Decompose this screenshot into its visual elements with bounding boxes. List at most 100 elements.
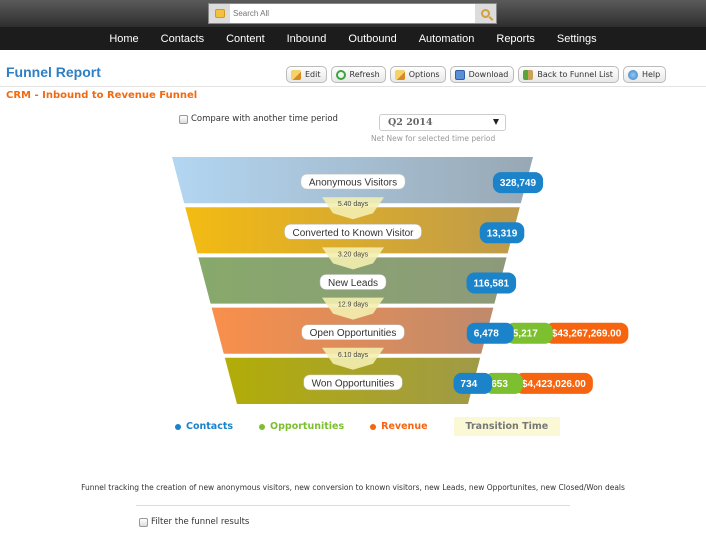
help-button[interactable]: Help xyxy=(622,66,667,83)
contacts-count-badge: 734 xyxy=(461,379,478,390)
exit-door-icon xyxy=(523,69,534,80)
funnel-stage-band xyxy=(172,157,533,204)
transition-arrow xyxy=(322,247,384,270)
revenue-badge: $4,423,026.00 xyxy=(522,379,586,390)
filter-label: Filter the funnel results xyxy=(151,517,250,527)
stage-label: Converted to Known Visitor xyxy=(293,228,415,239)
refresh-icon xyxy=(335,69,346,80)
contacts-count-badge-bg xyxy=(479,222,525,244)
transition-time-label: 6.10 days xyxy=(338,352,369,359)
nav-outbound[interactable]: Outbound xyxy=(348,33,396,45)
stage-label: Open Opportunities xyxy=(310,328,397,339)
search-icon xyxy=(481,9,490,18)
transition-arrow xyxy=(322,347,384,370)
stage-label-pill xyxy=(303,374,403,391)
funnel-description: Funnel tracking the creation of new anon… xyxy=(81,483,625,492)
header-divider xyxy=(0,86,706,87)
stage-label-pill xyxy=(300,173,406,190)
revenue-badge: $43,267,269.00 xyxy=(552,329,622,340)
funnel-stage-band xyxy=(198,257,507,304)
nav-content[interactable]: Content xyxy=(226,33,265,45)
filter-option: Filter the funnel results xyxy=(139,517,249,527)
refresh-button[interactable]: Refresh xyxy=(330,66,386,83)
opportunities-count-badge-bg xyxy=(505,322,553,344)
refresh-label: Refresh xyxy=(349,70,380,79)
legend-contacts-label: Contacts xyxy=(186,421,234,432)
stage-label: Won Opportunities xyxy=(312,378,395,389)
opportunities-count-badge-bg xyxy=(484,372,523,394)
contacts-dot-icon xyxy=(175,423,181,430)
nav-reports[interactable]: Reports xyxy=(496,33,535,45)
back-to-funnel-list-button[interactable]: Back to Funnel List xyxy=(518,66,619,83)
funnel-stage-band xyxy=(224,357,481,404)
options-button[interactable]: Options xyxy=(389,66,446,83)
transition-time-label: 3.20 days xyxy=(338,251,369,258)
period-selected-value: Q2 2014 xyxy=(388,117,433,128)
download-button[interactable]: Download xyxy=(449,66,515,83)
period-select[interactable]: Q2 2014 xyxy=(379,114,506,131)
help-icon xyxy=(627,69,638,80)
stage-label-pill xyxy=(301,324,405,340)
opportunities-dot-icon xyxy=(259,423,266,430)
help-label: Help xyxy=(641,70,661,79)
page-title: Funnel Report xyxy=(6,64,101,80)
pencil-icon xyxy=(394,69,405,80)
back-label: Back to Funnel List xyxy=(537,70,613,79)
top-bar xyxy=(0,0,706,27)
contacts-count-badge-bg xyxy=(492,172,544,194)
download-label: Download xyxy=(468,70,509,79)
pencil-icon xyxy=(291,69,301,80)
funnel-stage-band xyxy=(185,207,520,254)
stage-label-pill xyxy=(284,224,422,240)
contacts-count-badge-bg xyxy=(453,372,493,394)
compare-checkbox[interactable] xyxy=(179,114,188,124)
folder-icon xyxy=(214,9,225,18)
nav-inbound[interactable]: Inbound xyxy=(287,33,327,45)
legend-transition-time: Transition Time xyxy=(453,417,561,436)
contacts-count-badge: 6,478 xyxy=(474,329,499,340)
legend: Contacts Opportunities Revenue Transitio… xyxy=(175,417,561,436)
nav-automation[interactable]: Automation xyxy=(419,33,475,45)
period-hint: Net New for selected time period xyxy=(371,134,496,143)
contacts-count-badge-bg xyxy=(466,272,517,294)
legend-opportunities-label: Opportunities xyxy=(270,421,345,432)
contacts-count-badge-bg xyxy=(466,322,514,344)
legend-revenue-label: Revenue xyxy=(381,421,428,432)
legend-contacts: Contacts xyxy=(175,421,233,432)
search-input[interactable] xyxy=(233,4,473,23)
stage-label-pill xyxy=(319,274,387,290)
nav-contacts[interactable]: Contacts xyxy=(161,33,204,45)
opportunities-count-badge: 5,217 xyxy=(513,329,538,340)
stage-label: Anonymous Visitors xyxy=(309,178,397,189)
search-scope-button[interactable] xyxy=(209,4,230,23)
revenue-badge-bg xyxy=(544,322,629,344)
contacts-count-badge: 116,581 xyxy=(473,279,509,290)
nav-settings[interactable]: Settings xyxy=(557,33,597,45)
revenue-badge-bg xyxy=(514,372,593,394)
main-nav: Home Contacts Content Inbound Outbound A… xyxy=(0,27,706,50)
edit-button[interactable]: Edit xyxy=(286,66,327,83)
options-label: Options xyxy=(408,70,440,79)
report-toolbar: Edit Refresh Options Download Back to Fu… xyxy=(286,66,667,83)
compare-option: Compare with another time period xyxy=(179,114,338,124)
chevron-down-icon xyxy=(493,119,499,125)
compare-label: Compare with another time period xyxy=(191,114,338,124)
revenue-dot-icon xyxy=(370,423,377,430)
filter-checkbox[interactable] xyxy=(139,517,148,527)
global-search xyxy=(208,3,497,24)
transition-time-label: 5.40 days xyxy=(338,201,369,208)
footer-divider xyxy=(136,505,570,506)
legend-opportunities: Opportunities xyxy=(259,421,344,432)
contacts-count-badge: 328,749 xyxy=(500,178,537,189)
search-button[interactable] xyxy=(475,4,496,23)
contacts-count-badge: 13,319 xyxy=(487,228,518,239)
stage-label: New Leads xyxy=(328,278,378,289)
legend-revenue: Revenue xyxy=(370,421,428,432)
opportunities-count-badge: 653 xyxy=(491,379,508,390)
transition-arrow xyxy=(322,297,384,320)
floppy-disk-icon xyxy=(454,69,465,80)
transition-arrow xyxy=(322,197,384,220)
funnel-name: CRM - Inbound to Revenue Funnel xyxy=(6,90,198,101)
nav-home[interactable]: Home xyxy=(109,33,138,45)
transition-time-label: 12.9 days xyxy=(338,302,369,309)
